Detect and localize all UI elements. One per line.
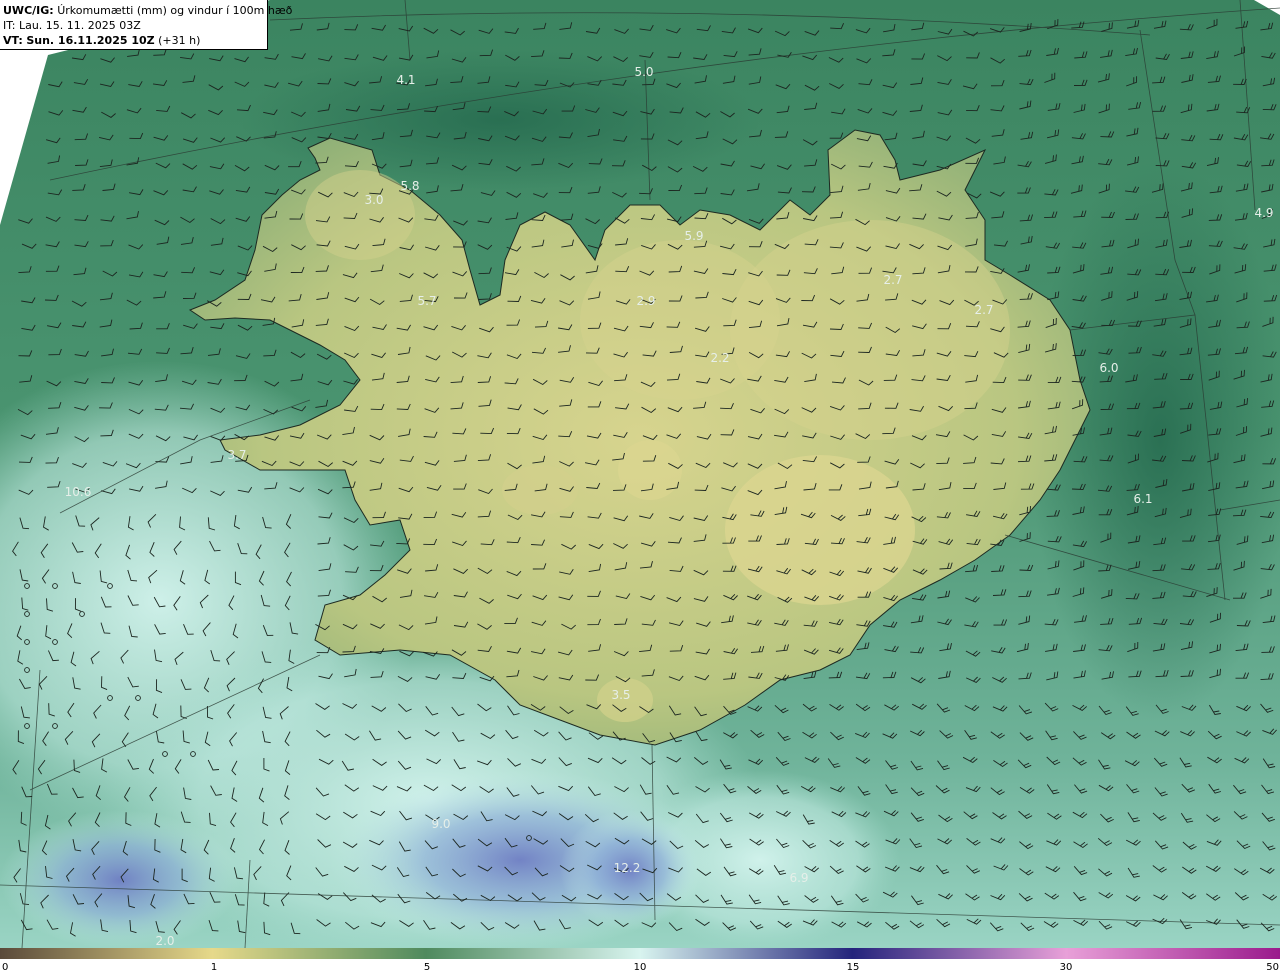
valid-time-line: VT: Sun. 16.11.2025 10Z (+31 h)	[3, 33, 267, 48]
precip-value-label: 4.9	[1254, 206, 1273, 220]
precip-value-label: 10.6	[65, 485, 92, 499]
vt-lead: (+31 h)	[158, 34, 201, 47]
product-prefix: UWC/IG:	[3, 4, 54, 17]
colorbar-tick: 10	[633, 962, 647, 973]
map-header: UWC/IG: Úrkomumætti (mm) og vindur í 100…	[0, 0, 292, 50]
precip-value-label: 2.9	[636, 294, 655, 308]
precip-value-label: 5.9	[684, 229, 703, 243]
precip-value-label: 3.7	[227, 448, 246, 462]
precip-value-label: 2.0	[155, 934, 174, 948]
precip-value-label: 5.7	[417, 294, 436, 308]
precip-value-label: 6.0	[1099, 361, 1118, 375]
colorbar	[0, 948, 1280, 959]
dark-north	[240, 50, 760, 190]
precipitation-wind-map: 4.1 5.0 5.8 3.0 5.9 4.9 2.7 2.7 5.7 2.9 2.2 6.0 3.7 1…	[0, 0, 1280, 948]
precip-value-label: 9.0	[431, 817, 450, 831]
precip-value-label: 2.2	[710, 351, 729, 365]
hofsjokull	[618, 440, 682, 500]
precip-value-label: 2.7	[974, 303, 993, 317]
precip-value-label: 5.0	[634, 65, 653, 79]
precip-value-label: 12.2	[614, 861, 641, 875]
precip-value-label: 6.1	[1133, 492, 1152, 506]
colorbar-tick: 0	[2, 962, 9, 973]
colorbar-tick: 30	[1059, 962, 1073, 973]
vatnajokull	[725, 455, 915, 605]
precip-value-label: 5.8	[400, 179, 419, 193]
map-canvas: 4.1 5.0 5.8 3.0 5.9 4.9 2.7 2.7 5.7 2.9 2.2 6.0 3.7 1…	[0, 0, 1280, 948]
vt-prefix: VT:	[3, 34, 23, 47]
westfjords-highland	[305, 170, 415, 260]
precip-value-label: 3.5	[611, 688, 630, 702]
product-title: Úrkomumætti (mm) og vindur í 100m hæð	[57, 4, 293, 17]
precip-value-label: 4.1	[396, 73, 415, 87]
colorbar-tick: 1	[210, 962, 218, 973]
initial-time: IT: Lau. 15. 11. 2025 03Z	[3, 19, 141, 32]
colorbar-tick: 50	[1266, 962, 1279, 973]
colorbar-tick: 5	[423, 962, 431, 973]
north-highland	[580, 240, 780, 400]
precip-value-label: 6.9	[789, 871, 808, 885]
precip-value-label: 3.0	[364, 193, 383, 207]
vt-value: Sun. 16.11.2025 10Z	[26, 34, 155, 47]
product-title-line: UWC/IG: Úrkomumætti (mm) og vindur í 100…	[3, 3, 292, 18]
colorbar-ticks: 0 1 5 10 15 30 50	[0, 960, 1280, 978]
colorbar-tick: 15	[846, 962, 860, 973]
precip-value-label: 2.7	[883, 273, 902, 287]
heavy-precip-sw	[0, 810, 240, 948]
